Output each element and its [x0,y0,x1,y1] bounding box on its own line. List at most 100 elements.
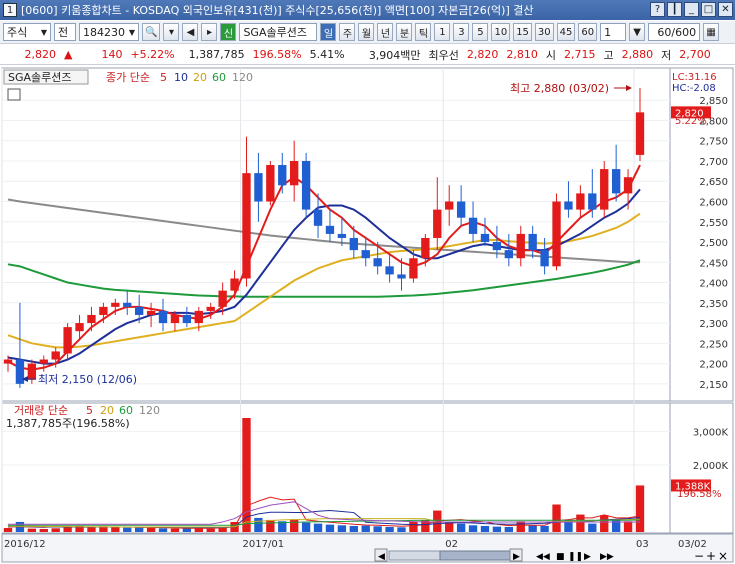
candle-body [230,278,239,291]
best-ask: 2,820 [466,48,499,61]
interval-30[interactable]: 30 [534,23,554,41]
volume-bar [123,527,132,532]
volume-bar [301,522,311,532]
scroll-thumb[interactable] [439,550,511,561]
pause-icon[interactable]: ❚❚ [568,552,583,562]
reset-zoom-icon[interactable]: × [718,549,728,563]
candle-body [433,209,442,238]
arrow-right-icon: ▸ [206,26,212,38]
interval-60[interactable]: 60 [578,23,598,41]
date-tick-label: 2017/01 [243,539,285,550]
fast-forward-icon[interactable]: ▶▶ [600,552,614,562]
candle-body [75,323,84,332]
price-tick-label: 2,200 [699,360,728,371]
ma-legend-label: 종가 단순 [106,71,150,84]
chevron-down-icon: ▼ [633,26,641,38]
search-button[interactable]: 🔍 [142,23,161,41]
rewind-icon[interactable]: ◀◀ [536,552,550,562]
volume-bar [206,528,215,532]
stop-icon[interactable]: ■ [556,552,565,562]
maximize-icon[interactable]: □ [701,2,716,17]
price-tick-label: 2,700 [699,157,728,168]
interval-45[interactable]: 45 [556,23,576,41]
period-tick[interactable]: 틱 [415,23,432,41]
candle-body [15,359,25,384]
interval-3[interactable]: 3 [453,23,470,41]
candle-body [516,233,525,259]
volume-bar [492,526,502,532]
market-select[interactable]: 주식 ▼ [3,23,51,41]
volume-bar [3,527,13,532]
count-input[interactable]: 1 [600,23,627,41]
market-sub-value: 전 [58,26,69,39]
sound-button[interactable]: ◀ [182,23,199,41]
candle-body [635,112,645,155]
volume-bar [600,515,609,532]
zoom-out-icon[interactable]: − [694,549,704,563]
candle-body [600,169,609,210]
candle-body [468,217,478,234]
period-week[interactable]: 주 [339,23,356,41]
period-year[interactable]: 년 [377,23,394,41]
price-tick-label: 2,550 [699,218,728,229]
interval-10[interactable]: 10 [491,23,511,41]
candle-body [87,314,96,324]
next-button[interactable]: ▸ [201,23,218,41]
range-grid-button[interactable]: ▦ [703,23,720,41]
candle-body [242,173,251,279]
range-input-value: 60/600 [657,25,697,39]
grid-toggle-icon[interactable] [7,88,21,101]
close-icon[interactable]: ✕ [718,2,733,17]
count-dropdown[interactable]: ▼ [629,23,646,41]
candle-body [361,250,370,259]
ma-legend-60: 60 [212,71,226,84]
stock-name: SGA솔루션즈 [243,26,307,39]
range-input[interactable]: 60/600 [648,23,701,41]
candle-body [492,242,502,251]
quote-bar: 2,820 ▲ 140 +5.22% 1,387,785 196.58% 5.4… [0,45,735,65]
interval-15[interactable]: 15 [513,23,532,41]
volume-bar [385,526,394,532]
volume-bar [361,525,370,532]
chart-area[interactable]: 2,8502,8002,7502,7002,6502,6002,5502,500… [0,66,735,564]
market-sub-select[interactable]: 전 [54,23,76,41]
play-icon[interactable]: ▶ [584,552,591,562]
high-label: 고 [603,48,614,62]
volume-bar [468,525,478,532]
time-axis [1,533,734,563]
candle-body [206,306,215,311]
zoom-in-icon[interactable]: + [706,549,716,563]
hc-label: HC:-2.08 [672,83,716,94]
dropdown-icon: ▾ [168,26,174,38]
interval-1[interactable]: 1 [434,23,451,41]
volume-bar [63,526,72,532]
pin-icon[interactable]: ┃ [667,2,682,17]
candle-body [290,160,299,186]
ma-legend-20: 20 [193,71,207,84]
period-day[interactable]: 일 [320,23,337,41]
prev-button[interactable]: ▾ [163,23,180,41]
volume-tick-label: 3,000K [693,427,729,438]
interval-5[interactable]: 5 [472,23,489,41]
price-panel [1,67,671,402]
arrow-left-icon: ◀ [378,552,385,562]
help-icon[interactable]: ? [650,2,665,17]
volume-bar [51,528,60,532]
title-bar: 1 [0600] 키움종합차트 - KOSDAQ 외국인보유[431(천)] 주… [0,0,735,20]
candle-body [51,351,60,360]
candle-body [111,302,120,307]
period-minute[interactable]: 분 [396,23,413,41]
code-input[interactable]: 184230 ▼ [79,23,139,41]
minimize-icon[interactable]: _ [684,2,699,17]
candle-body [218,290,227,307]
candle-body [373,258,382,267]
chevron-down-icon: ▼ [40,27,47,37]
volume-bar [588,523,597,532]
volume-bar [504,526,514,532]
price-tick-label: 2,150 [699,380,728,391]
pct-tag-text: 5.22% [675,116,707,127]
vol-value-label: 1,387,785주(196.58%) [6,417,130,430]
candle-body [456,201,466,218]
period-month[interactable]: 월 [358,23,375,41]
open-label: 시 [545,48,557,62]
